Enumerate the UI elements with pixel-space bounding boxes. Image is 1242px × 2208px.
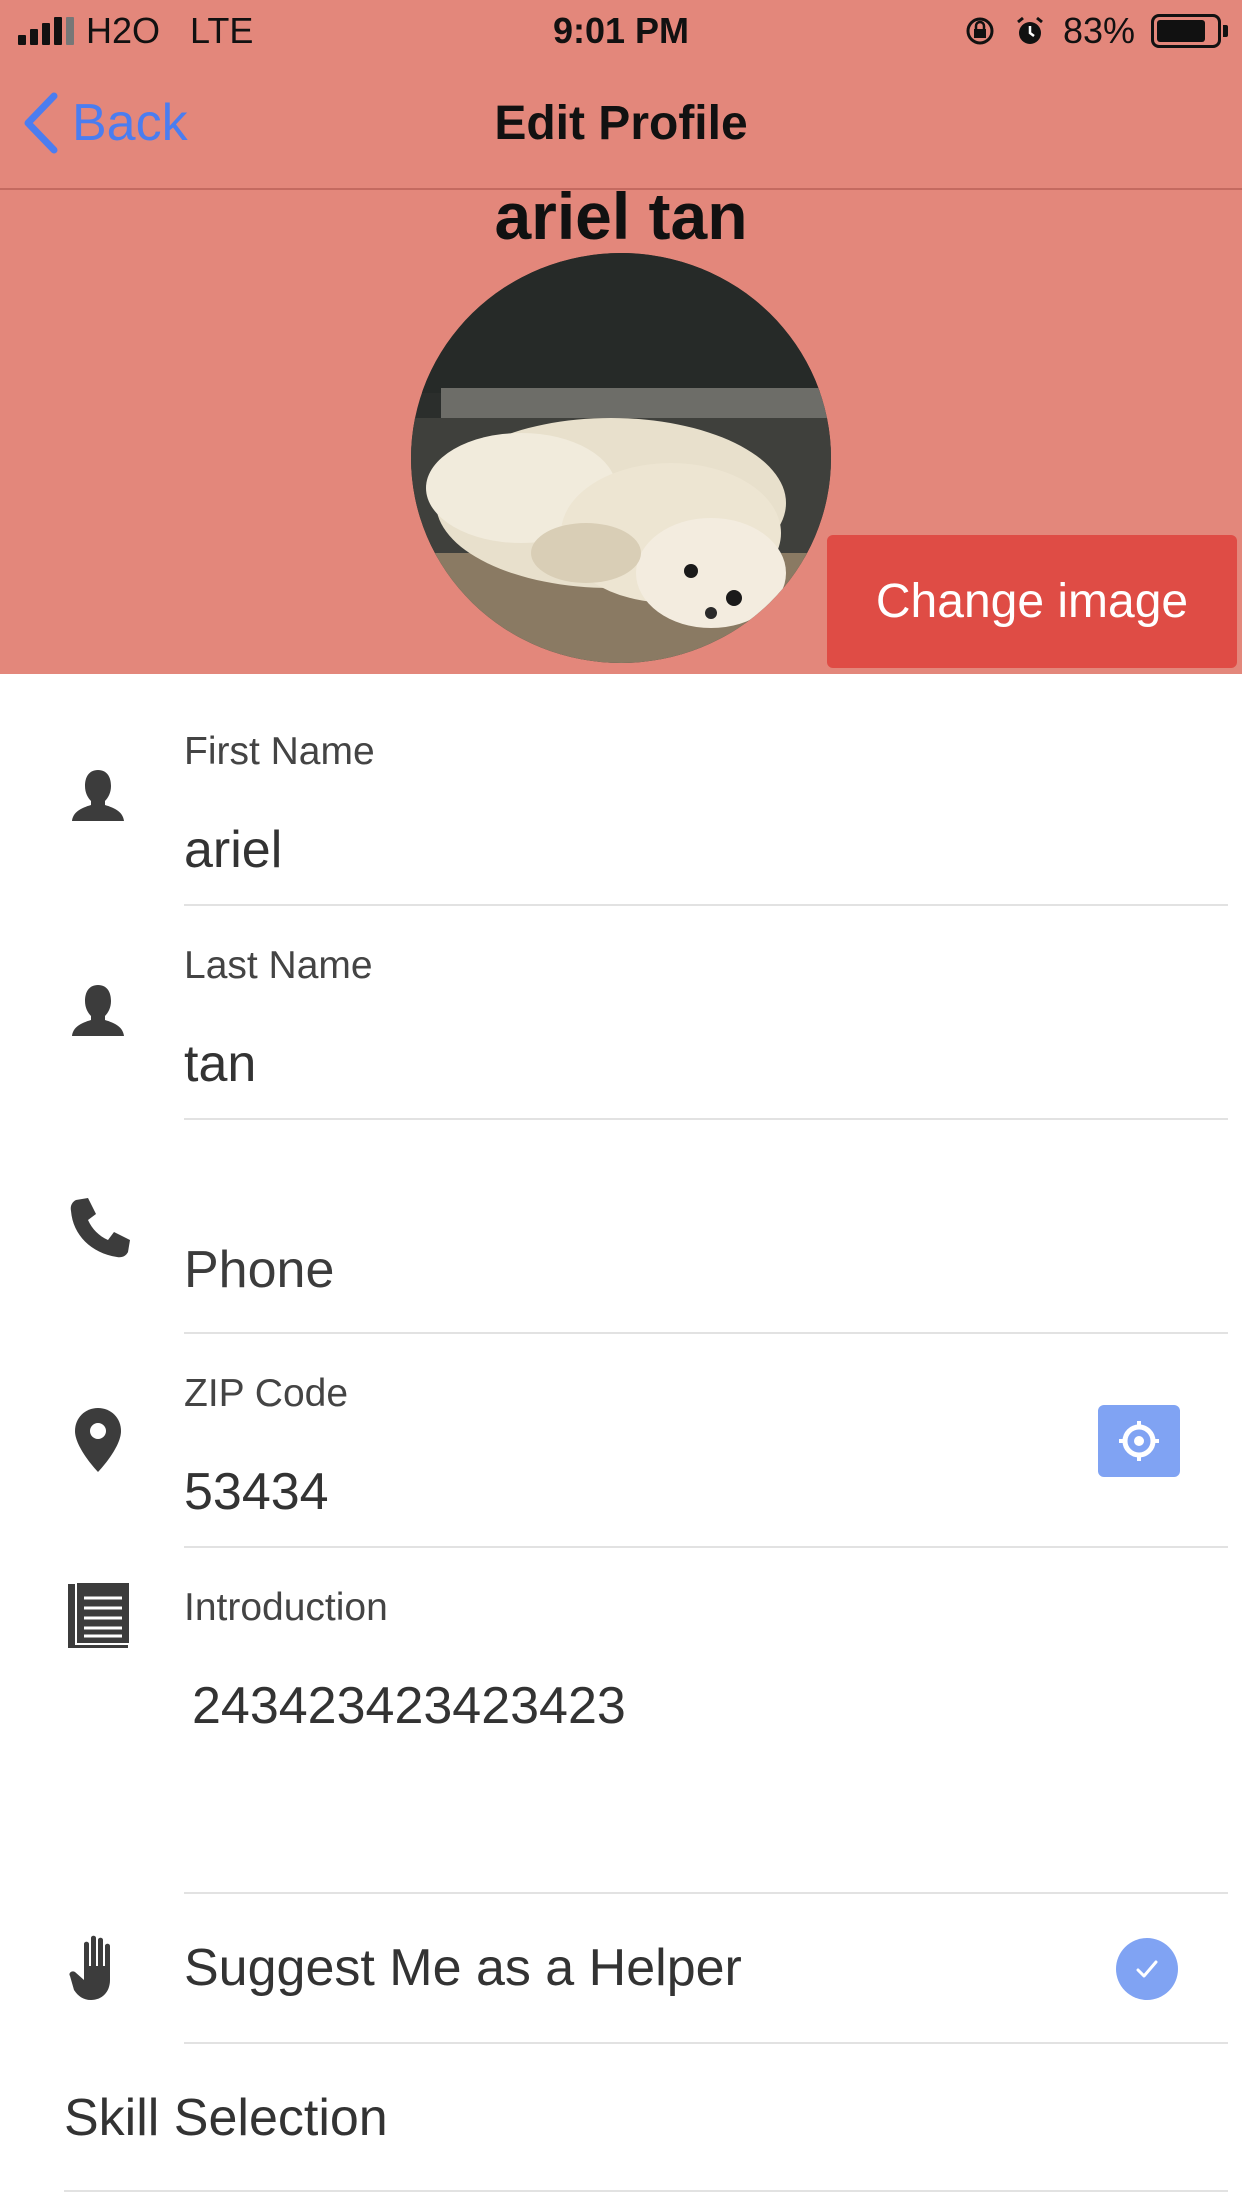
divider — [184, 1332, 1228, 1334]
first-name-input[interactable]: ariel — [184, 820, 1084, 880]
first-name-label: First Name — [184, 730, 375, 773]
profile-name: ariel tan — [494, 179, 748, 253]
locate-button[interactable] — [1098, 1405, 1180, 1477]
battery-percent: 83% — [1062, 10, 1135, 51]
divider — [64, 2190, 1228, 2192]
divider — [184, 1546, 1228, 1548]
last-name-label: Last Name — [184, 944, 373, 987]
zip-code-label: ZIP Code — [184, 1372, 349, 1415]
divider — [184, 1118, 1228, 1120]
zip-code-input[interactable]: 53434 — [184, 1462, 1084, 1522]
introduction-label: Introduction — [184, 1586, 388, 1629]
status-right: 83% — [963, 10, 1228, 52]
skill-selection-item[interactable]: Skill Selection — [64, 2088, 388, 2148]
phone-icon — [70, 1198, 130, 1258]
phone-input[interactable]: Phone — [184, 1240, 1084, 1300]
person-icon — [72, 985, 124, 1036]
battery-icon — [1151, 14, 1228, 48]
helper-label: Suggest Me as a Helper — [184, 1939, 742, 1997]
person-icon — [72, 770, 124, 821]
page-title: Edit Profile — [494, 97, 748, 150]
introduction-input[interactable]: 243423423423423 — [192, 1676, 1092, 1736]
divider — [184, 2042, 1228, 2044]
last-name-input[interactable]: tan — [184, 1034, 1084, 1094]
location-pin-icon — [75, 1408, 121, 1472]
alarm-icon — [1017, 16, 1043, 44]
helper-checkbox[interactable] — [1116, 1938, 1178, 2000]
divider — [184, 904, 1228, 906]
divider — [184, 1892, 1228, 1894]
avatar — [411, 253, 831, 663]
checkmark-icon — [1136, 1960, 1158, 1978]
change-image-button[interactable]: Change image — [827, 535, 1237, 668]
navigation-bar: Back Edit Profile — [0, 64, 1242, 190]
orientation-lock-icon — [966, 17, 994, 45]
locate-target-icon — [1119, 1421, 1159, 1461]
hand-icon — [69, 1935, 110, 2000]
status-bar: H2O LTE 9:01 PM 83% — [0, 0, 1242, 64]
document-icon — [68, 1581, 131, 1648]
